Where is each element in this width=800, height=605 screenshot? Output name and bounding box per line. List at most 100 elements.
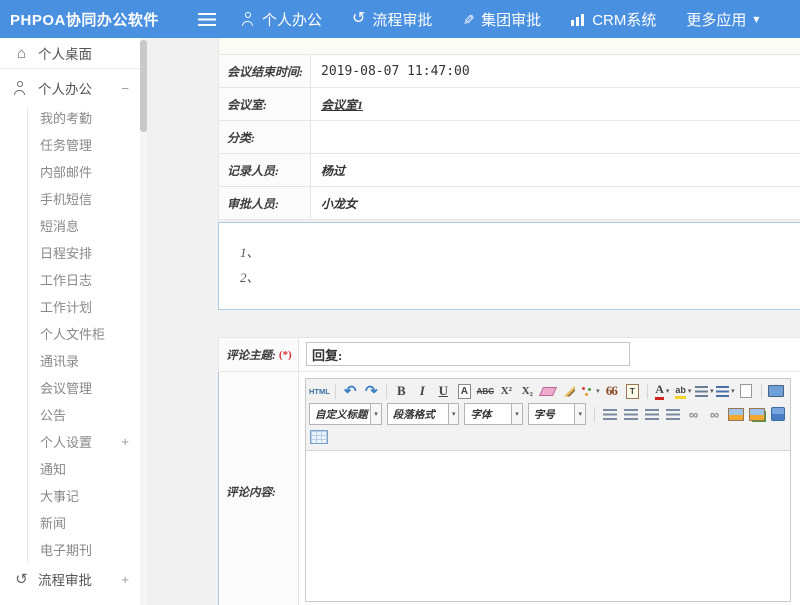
separator[interactable] (647, 384, 648, 399)
media-icon[interactable] (768, 405, 787, 423)
color-picker-icon[interactable]: ▾ (581, 382, 600, 400)
bold-icon[interactable]: B (392, 382, 411, 400)
flow-icon (14, 573, 29, 586)
sidebar-item[interactable]: 新闻 (0, 509, 147, 536)
table-row: 分类: (219, 121, 800, 154)
table-row-partial (219, 38, 800, 55)
unordered-list-icon[interactable]: ▾ (716, 382, 735, 400)
field-label: 分类: (219, 121, 311, 153)
paste-text-icon[interactable]: T (623, 382, 642, 400)
separator[interactable] (335, 384, 336, 399)
sidebar-item[interactable]: 工作计划 (0, 293, 147, 320)
user-icon (242, 12, 255, 26)
sidebar-item[interactable]: 个人设置 + (0, 428, 147, 455)
sidebar-item[interactable]: 大事记 (0, 482, 147, 509)
redo-icon[interactable]: ↷ (362, 382, 381, 400)
field-label: 审批人员: (219, 187, 311, 219)
superscript-icon[interactable]: X² (497, 382, 516, 400)
ordered-list-icon[interactable]: ▾ (695, 382, 714, 400)
field-value: 2019-08-07 11:47:00 (311, 55, 800, 87)
nav-group-approval[interactable]: 集团审批 (462, 9, 541, 30)
nav-more-apps[interactable]: 更多应用 (686, 9, 759, 30)
nav-label: CRM系统 (592, 9, 656, 30)
sidebar-item[interactable]: 流程审批 + (0, 563, 147, 595)
sidebar-scrollbar[interactable] (140, 38, 147, 605)
sidebar-item[interactable]: 电子期刊 (0, 536, 147, 563)
undo-icon[interactable]: ↶ (341, 382, 360, 400)
nav-workflow-approval[interactable]: 流程审批 (352, 9, 432, 30)
sidebar-item[interactable]: 手机短信 (0, 185, 147, 212)
expand-toggle[interactable]: + (121, 572, 129, 587)
scrollbar-thumb[interactable] (140, 40, 147, 132)
align-left-icon[interactable] (600, 405, 619, 423)
rich-text-editor: HTML ↶ (305, 378, 791, 602)
table-row: 审批人员: 小龙女 (219, 187, 800, 220)
link-icon[interactable]: ∞ (684, 405, 703, 423)
nav-crm-system[interactable]: CRM系统 (571, 9, 656, 30)
sidebar-item[interactable]: 内部邮件 (0, 158, 147, 185)
nav-label: 更多应用 (686, 9, 746, 30)
nav-label: 个人办公 (262, 9, 322, 30)
sidebar-item[interactable]: 个人办公 − (0, 72, 147, 104)
font-style-icon[interactable]: A (455, 382, 474, 400)
sidebar-item[interactable]: 短消息 (0, 212, 147, 239)
sidebar-item[interactable]: 个人桌面 (0, 38, 147, 69)
separator[interactable] (386, 384, 387, 399)
justify-icon[interactable] (663, 405, 682, 423)
edit-icon (462, 11, 474, 28)
highlight-icon[interactable]: ab ▾ (674, 382, 693, 400)
clear-format-icon[interactable] (560, 382, 579, 400)
content-line: 1、 (240, 240, 800, 265)
image-icon[interactable] (726, 405, 745, 423)
paragraph-format-select[interactable]: 段落格式 ▾ (387, 403, 460, 425)
comment-content-row: 评论内容: HTML (218, 372, 800, 605)
align-center-icon[interactable] (621, 405, 640, 423)
app-title: PHPOA协同办公软件 (0, 9, 190, 30)
sidebar-item[interactable]: 日程安排 (0, 239, 147, 266)
subscript-icon[interactable]: X₂ (518, 382, 537, 400)
source-code-icon[interactable]: HTML (309, 382, 330, 400)
font-color-icon[interactable]: A ▾ (653, 382, 672, 400)
comment-subject-label: 评论主题: (*) (219, 338, 299, 371)
caret-down-icon (753, 12, 759, 26)
field-value (311, 121, 800, 153)
sidebar-item[interactable]: 会议管理 (0, 374, 147, 401)
comment-subject-input[interactable] (306, 342, 630, 366)
content-line: 2、 (240, 265, 800, 290)
history-icon (352, 12, 365, 26)
hamburger-menu-icon[interactable] (198, 13, 216, 26)
nav-label: 集团审批 (481, 9, 541, 30)
meeting-detail-table: 会议结束时间: 2019-08-07 11:47:00 会议室: 会议室1 (218, 38, 800, 220)
strikethrough-icon[interactable]: ABC (476, 382, 495, 400)
table-icon[interactable] (309, 428, 328, 446)
sidebar-item[interactable]: 任务管理 (0, 131, 147, 158)
sidebar-item[interactable]: 我的考勤 (0, 104, 147, 131)
expand-toggle[interactable]: − (121, 81, 129, 96)
sidebar-item[interactable]: 通知 (0, 455, 147, 482)
eraser-icon[interactable] (539, 382, 558, 400)
new-page-icon[interactable] (737, 382, 756, 400)
field-value: 杨过 (311, 154, 800, 186)
sidebar-item[interactable]: 通讯录 (0, 347, 147, 374)
unlink-icon[interactable]: ∞ (705, 405, 724, 423)
nav-personal-office[interactable]: 个人办公 (242, 9, 322, 30)
font-size-select[interactable]: 字号 ▾ (528, 403, 586, 425)
blockquote-icon[interactable]: 66 (602, 382, 621, 400)
top-navigation-bar: PHPOA协同办公软件 个人办公 流程审批 集团审批 CRM系统 更多应用 (0, 0, 800, 38)
font-family-select[interactable]: 字体 ▾ (464, 403, 522, 425)
separator[interactable] (761, 384, 762, 399)
separator[interactable] (594, 407, 595, 422)
sidebar-item[interactable]: 公告 (0, 401, 147, 428)
expand-toggle[interactable]: + (121, 434, 129, 449)
editor-content-area[interactable] (306, 451, 790, 601)
italic-icon[interactable]: I (413, 382, 432, 400)
home-icon (14, 47, 29, 60)
underline-icon[interactable]: U (434, 382, 453, 400)
sidebar-item[interactable]: 个人文件柜 (0, 320, 147, 347)
insert-image-icon[interactable] (747, 405, 766, 423)
heading-select[interactable]: 自定义标题 ▾ (309, 403, 382, 425)
user-icon (14, 81, 29, 95)
align-right-icon[interactable] (642, 405, 661, 423)
sidebar-item[interactable]: 工作日志 (0, 266, 147, 293)
fullscreen-icon[interactable] (767, 382, 786, 400)
